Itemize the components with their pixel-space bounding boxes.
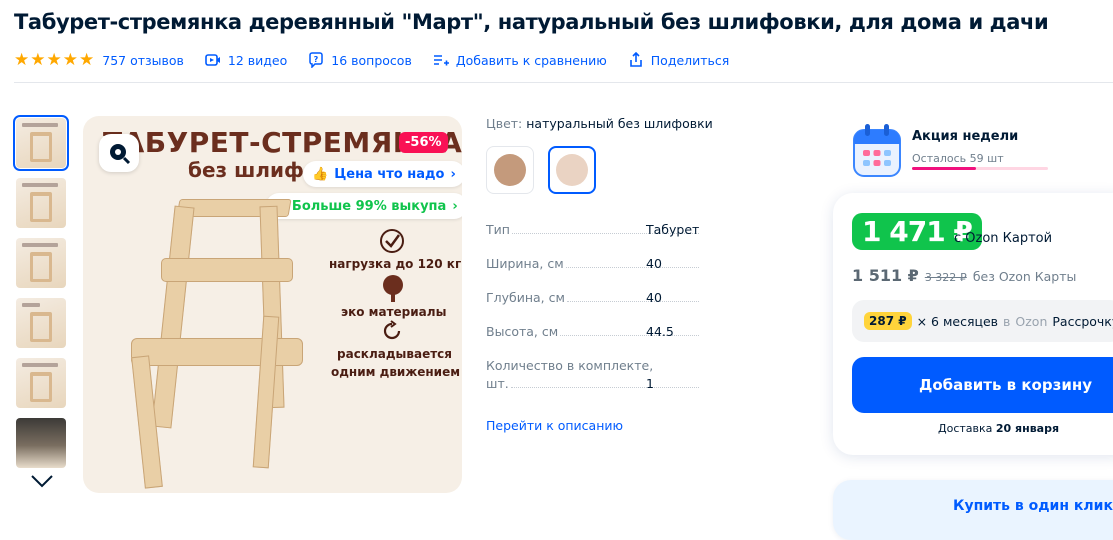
stool-leg-left: [151, 205, 195, 429]
delivery-date: 20 января: [995, 422, 1060, 435]
chevron-right-icon: ›: [452, 198, 458, 214]
thumbnail-5[interactable]: [16, 358, 66, 408]
installment-brand: Ozon: [1015, 313, 1048, 329]
promo-remaining: Осталось 59 шт: [912, 152, 1004, 165]
question-icon: ?: [309, 52, 324, 68]
buy-card: 1 471 ₽ с Ozon Картой 1 511 ₽ 3 322 ₽ бе…: [833, 193, 1113, 455]
spec-value: 44.5: [646, 324, 674, 339]
chevron-down-icon[interactable]: [30, 473, 54, 489]
buy-one-click-button[interactable]: Купить в один клик: [833, 480, 1113, 540]
feature-load: нагрузка до 120 кг: [329, 257, 462, 271]
reviews-count: 757 отзывов: [102, 52, 184, 68]
star-icon: ★: [79, 49, 95, 70]
compare-icon: [433, 55, 449, 66]
product-main-image[interactable]: ТАБУРЕТ-СТРЕМЯНКА без шлифовки -56% 👍 Це…: [83, 116, 462, 493]
go-to-description-link[interactable]: Перейти к описанию: [486, 418, 623, 433]
compare-label: Добавить к сравнению: [455, 52, 607, 68]
spec-value: 40: [646, 256, 662, 271]
thumbs-up-icon: 👍: [312, 166, 329, 182]
spec-row: Тип Табурет: [486, 222, 701, 237]
installment-button[interactable]: 287 ₽ × 6 месяцев в Ozon Рассрочку: [852, 300, 1113, 342]
color-value: натуральный без шлифовки: [526, 116, 713, 131]
color-swatch-1[interactable]: [486, 146, 534, 194]
regular-price-row: 1 511 ₽ 3 322 ₽ без Ozon Карты: [852, 266, 1076, 285]
good-price-label: Цена что надо: [334, 166, 445, 182]
feature-folds: раскладывается: [337, 347, 452, 361]
feature-one-move: одним движением: [331, 365, 461, 379]
stool-seat: [161, 258, 293, 282]
tree-icon: [383, 275, 403, 302]
questions-count: 16 вопросов: [331, 52, 412, 68]
thumbnail-3[interactable]: [16, 238, 66, 288]
price-old: 3 322 ₽: [924, 271, 967, 284]
svg-text:?: ?: [314, 55, 319, 64]
promo-progress: [912, 167, 1048, 170]
spec-row: Глубина, см 40: [486, 290, 701, 305]
buyout-pill[interactable]: ✔ Больше 99% выкупа ›: [266, 193, 462, 219]
product-title: Табурет-стремянка деревянный "Март", нат…: [14, 10, 1049, 34]
share-label: Поделиться: [650, 52, 730, 68]
camera-search-icon: [110, 144, 131, 165]
installment-word: Рассрочку: [1052, 313, 1113, 329]
compare-link[interactable]: Добавить к сравнению: [433, 52, 607, 68]
rotate-icon: [383, 320, 401, 340]
header-divider: [14, 82, 1113, 83]
delivery-info: Доставка 20 января: [938, 422, 1059, 435]
delivery-label: Доставка: [938, 422, 993, 435]
share-icon: [629, 52, 642, 67]
good-price-pill[interactable]: 👍 Цена что надо ›: [303, 161, 462, 187]
spec-label: Ширина, см: [486, 256, 564, 271]
with-card-label: с Ozon Картой: [954, 231, 1053, 246]
thumbnail-6[interactable]: [16, 418, 66, 468]
color-dot: [556, 154, 588, 186]
thumbnail-4[interactable]: [16, 298, 66, 348]
promo-progress-fill: [912, 167, 976, 170]
star-icon: ★: [30, 49, 46, 70]
reviews-link[interactable]: 757 отзывов: [102, 53, 184, 68]
star-icon: ★: [62, 49, 78, 70]
color-swatch-2[interactable]: [548, 146, 596, 194]
calendar-icon: [853, 124, 901, 177]
spec-row: шт. 1: [486, 376, 701, 391]
spec-label: шт.: [486, 376, 509, 391]
add-to-cart-button[interactable]: Добавить в корзину: [852, 357, 1113, 413]
installment-amount: 287 ₽: [864, 312, 912, 330]
spec-label: Тип: [486, 222, 510, 237]
share-link[interactable]: Поделиться: [628, 52, 730, 68]
spec-value: Табурет: [646, 222, 700, 237]
star-icon: ★: [14, 49, 30, 70]
thumbnail-1[interactable]: [13, 115, 69, 171]
videos-link[interactable]: 12 видео: [205, 52, 287, 68]
installment-months: × 6 месяцев: [916, 313, 999, 329]
spec-label: Высота, см: [486, 324, 559, 339]
discount-badge: -56%: [399, 132, 448, 153]
feature-eco: эко материалы: [341, 305, 447, 319]
spec-row: Ширина, см 40: [486, 256, 701, 271]
check-icon: [380, 229, 404, 253]
video-icon: [205, 54, 220, 66]
spec-value: 40: [646, 290, 662, 305]
buyout-label: Больше 99% выкупа: [291, 198, 447, 214]
spec-label: Количество в комплекте,: [486, 358, 654, 373]
chevron-right-icon: ›: [450, 166, 456, 182]
without-card-label: без Ozon Карты: [972, 269, 1077, 284]
product-meta-bar: ★ ★ ★ ★ ★ 757 отзывов 12 видео ? 16 вопр…: [14, 51, 750, 69]
promo-title: Акция недели: [912, 129, 1019, 144]
color-row: Цвет: натуральный без шлифовки: [486, 116, 726, 131]
thumbnail-2[interactable]: [16, 178, 66, 228]
spec-label: Глубина, см: [486, 290, 565, 305]
price-regular: 1 511 ₽: [852, 266, 919, 285]
color-label: Цвет:: [486, 116, 523, 131]
color-dot: [494, 154, 526, 186]
characteristics-panel: Цвет: натуральный без шлифовки Тип Табур…: [486, 116, 726, 433]
star-icon: ★: [46, 49, 62, 70]
search-similar-button[interactable]: [99, 134, 139, 172]
spec-row: Высота, см 44.5: [486, 324, 701, 339]
videos-count: 12 видео: [227, 52, 288, 68]
rating-stars[interactable]: ★ ★ ★ ★ ★: [14, 49, 95, 70]
weekly-promo[interactable]: Акция недели Осталось 59 шт: [852, 122, 1112, 180]
questions-link[interactable]: ? 16 вопросов: [308, 52, 412, 68]
spec-value: 1: [646, 376, 654, 391]
installment-in: в: [1003, 313, 1011, 329]
